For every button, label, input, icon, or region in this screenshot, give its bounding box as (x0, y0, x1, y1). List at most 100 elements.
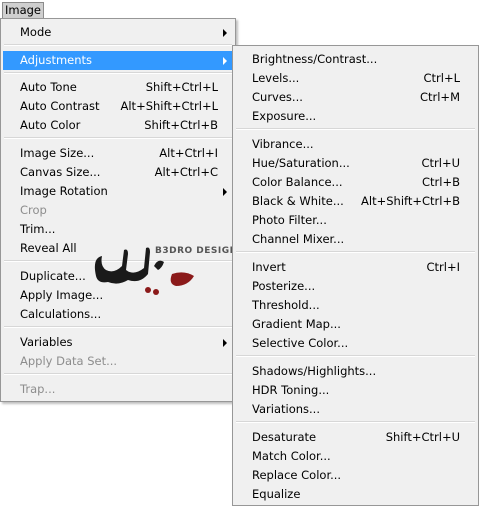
menu-item-image-rotation[interactable]: Image Rotation (3, 182, 233, 201)
menu-item-levels[interactable]: Levels... Ctrl+L (235, 69, 476, 88)
shortcut-label: Alt+Ctrl+C (154, 165, 218, 179)
menu-item-label: Threshold... (252, 298, 320, 312)
menu-item-label: Image Size... (20, 146, 95, 160)
shortcut-label: Ctrl+L (423, 71, 460, 85)
menu-item-label: Desaturate (252, 430, 317, 444)
menu-item-label: Hue/Saturation... (252, 156, 350, 170)
separator (236, 355, 475, 357)
menu-item-adjustments[interactable]: Adjustments (3, 51, 233, 70)
menu-item-label: Trim... (20, 222, 56, 236)
separator (4, 373, 232, 375)
menu-item-hdr-toning[interactable]: HDR Toning... (235, 381, 476, 400)
shortcut-label: Ctrl+B (422, 175, 460, 189)
menu-item-black-white[interactable]: Black & White... Alt+Shift+Ctrl+B (235, 192, 476, 211)
menu-item-label: Exposure... (252, 109, 317, 123)
menu-item-label: HDR Toning... (252, 383, 330, 397)
menu-item-label: Color Balance... (252, 175, 343, 189)
shortcut-label: Shift+Ctrl+B (144, 118, 218, 132)
menu-item-label: Vibrance... (252, 137, 314, 151)
menu-item-label: Reveal All (20, 241, 77, 255)
menu-item-label: Auto Tone (20, 80, 77, 94)
menu-item-label: Trap... (20, 382, 56, 396)
shortcut-label: Ctrl+I (426, 260, 461, 274)
menu-item-match-color[interactable]: Match Color... (235, 447, 476, 466)
menu-item-canvas-size[interactable]: Canvas Size... Alt+Ctrl+C (3, 163, 233, 182)
menu-item-exposure[interactable]: Exposure... (235, 107, 476, 126)
image-menu: Mode Adjustments Auto Tone Shift+Ctrl+L A… (0, 18, 236, 402)
menu-item-vibrance[interactable]: Vibrance... (235, 135, 476, 154)
menu-item-color-balance[interactable]: Color Balance... Ctrl+B (235, 173, 476, 192)
submenu-arrow-icon (223, 57, 227, 65)
menu-item-replace-color[interactable]: Replace Color... (235, 466, 476, 485)
menu-item-label: Curves... (252, 90, 303, 104)
shortcut-label: Ctrl+U (421, 156, 460, 170)
menu-item-label: Equalize (252, 487, 301, 501)
menu-item-label: Invert (252, 260, 286, 274)
menu-item-invert[interactable]: Invert Ctrl+I (235, 258, 476, 277)
menu-item-label: Channel Mixer... (252, 232, 345, 246)
adjustments-submenu: Brightness/Contrast... Levels... Ctrl+L C… (232, 45, 479, 506)
menu-item-label: Black & White... (252, 194, 344, 208)
menu-item-label: Shadows/Highlights... (252, 364, 377, 378)
menu-item-label: Replace Color... (252, 468, 342, 482)
menu-item-threshold[interactable]: Threshold... (235, 296, 476, 315)
menu-item-shadows-highlights[interactable]: Shadows/Highlights... (235, 362, 476, 381)
submenu-arrow-icon (223, 339, 227, 347)
menu-item-variations[interactable]: Variations... (235, 400, 476, 419)
shortcut-label: Shift+Ctrl+U (385, 430, 460, 444)
separator (4, 72, 232, 74)
menu-item-channel-mixer[interactable]: Channel Mixer... (235, 230, 476, 249)
menu-item-trap[interactable]: Trap... (3, 380, 233, 399)
menu-item-equalize[interactable]: Equalize (235, 485, 476, 504)
separator (236, 251, 475, 253)
menu-item-label: Auto Contrast (20, 99, 100, 113)
menu-item-brightness-contrast[interactable]: Brightness/Contrast... (235, 50, 476, 69)
watermark-text: B3DRO DESIGN (155, 246, 238, 256)
menu-item-curves[interactable]: Curves... Ctrl+M (235, 88, 476, 107)
menu-item-label: Gradient Map... (252, 317, 341, 331)
menu-item-gradient-map[interactable]: Gradient Map... (235, 315, 476, 334)
separator (4, 44, 232, 46)
menu-item-label: Variables (20, 335, 73, 349)
separator (236, 128, 475, 130)
menu-item-label: Crop (20, 203, 47, 217)
menu-item-label: Variations... (252, 402, 320, 416)
menu-item-photo-filter[interactable]: Photo Filter... (235, 211, 476, 230)
menu-item-variables[interactable]: Variables (3, 333, 233, 352)
menu-item-auto-tone[interactable]: Auto Tone Shift+Ctrl+L (3, 78, 233, 97)
menu-item-auto-contrast[interactable]: Auto Contrast Alt+Shift+Ctrl+L (3, 97, 233, 116)
menu-item-label: Image Rotation (20, 184, 108, 198)
shortcut-label: Alt+Ctrl+I (159, 146, 218, 160)
menu-item-label: Canvas Size... (20, 165, 101, 179)
shortcut-label: Alt+Shift+Ctrl+L (120, 99, 219, 113)
submenu-arrow-icon (223, 29, 227, 37)
submenu-arrow-icon (223, 188, 227, 196)
menu-item-label: Mode (20, 25, 52, 39)
shortcut-label: Shift+Ctrl+L (145, 80, 218, 94)
menu-item-label: Levels... (252, 71, 300, 85)
menu-item-posterize[interactable]: Posterize... (235, 277, 476, 296)
image-menu-title[interactable]: Image (2, 2, 44, 19)
separator (4, 326, 232, 328)
menu-item-image-size[interactable]: Image Size... Alt+Ctrl+I (3, 144, 233, 163)
menu-item-label: Auto Color (20, 118, 81, 132)
menu-item-label: Calculations... (20, 307, 102, 321)
menu-item-desaturate[interactable]: Desaturate Shift+Ctrl+U (235, 428, 476, 447)
menu-item-label: Adjustments (20, 53, 93, 67)
menu-item-label: Posterize... (252, 279, 316, 293)
separator (4, 137, 232, 139)
menu-item-label: Match Color... (252, 449, 331, 463)
menu-item-mode[interactable]: Mode (3, 23, 233, 42)
menu-item-label: Photo Filter... (252, 213, 327, 227)
menu-item-label: Selective Color... (252, 336, 349, 350)
menu-item-apply-data-set[interactable]: Apply Data Set... (3, 352, 233, 371)
menu-item-auto-color[interactable]: Auto Color Shift+Ctrl+B (3, 116, 233, 135)
menu-item-calculations[interactable]: Calculations... (3, 305, 233, 324)
shortcut-label: Alt+Shift+Ctrl+B (361, 194, 460, 208)
shortcut-label: Ctrl+M (419, 90, 460, 104)
menu-item-crop[interactable]: Crop (3, 201, 233, 220)
watermark-logo: B3DRO DESIGN (88, 236, 237, 306)
menu-item-label: Duplicate... (20, 269, 86, 283)
menu-item-hue-saturation[interactable]: Hue/Saturation... Ctrl+U (235, 154, 476, 173)
menu-item-selective-color[interactable]: Selective Color... (235, 334, 476, 353)
